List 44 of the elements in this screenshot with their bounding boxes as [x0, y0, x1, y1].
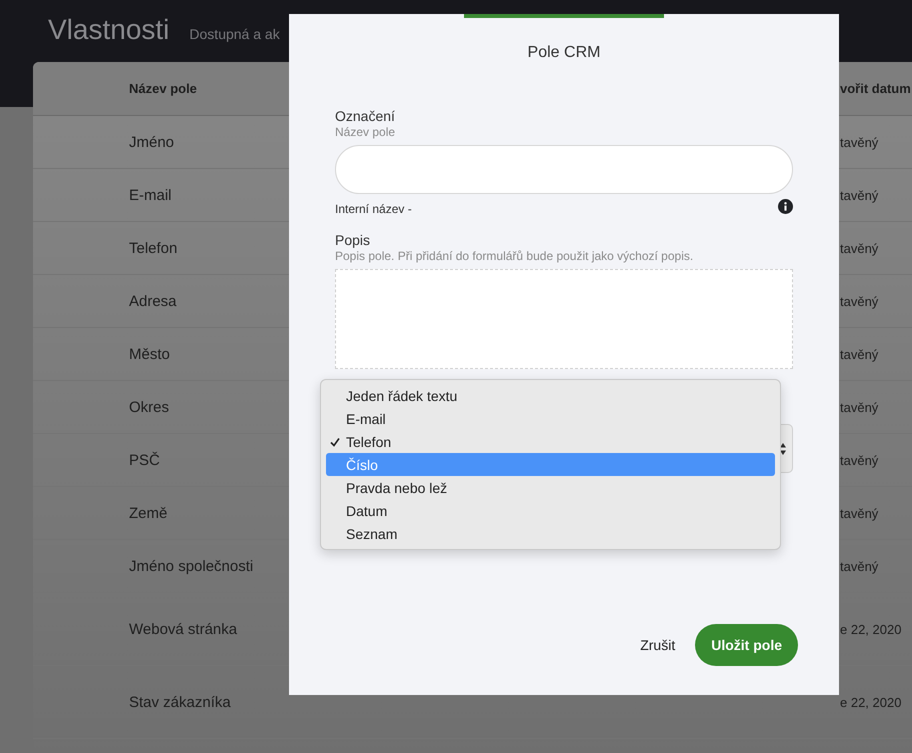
- table-cell: Okres: [129, 398, 170, 416]
- page-subtitle: Dostupná a ak: [189, 26, 280, 42]
- page-title: Vlastnosti: [48, 14, 170, 46]
- table-cell: tavěný: [840, 294, 878, 308]
- table-cell: tavěný: [840, 346, 878, 362]
- table-cell: Adresa: [129, 292, 177, 310]
- field-hint: Název pole: [335, 125, 396, 139]
- description-field[interactable]: [335, 269, 793, 369]
- table-cell: Webová stránka: [129, 620, 238, 638]
- save-button[interactable]: Uložit pole: [695, 624, 798, 666]
- menu-item[interactable]: Seznam: [326, 522, 775, 545]
- table-cell: Jméno společnosti: [129, 558, 254, 574]
- cancel-button[interactable]: Zrušit: [640, 637, 676, 653]
- table-cell: tavěný: [840, 506, 878, 520]
- column-header: Název pole: [129, 81, 197, 96]
- table-cell: PSČ: [129, 452, 160, 468]
- info-icon[interactable]: [778, 198, 793, 214]
- menu-item[interactable]: Jeden řádek textu: [326, 384, 775, 407]
- table-cell: Město: [129, 346, 170, 362]
- table-cell: Telefon: [129, 240, 178, 256]
- field-label: Označení: [335, 108, 396, 124]
- field-hint: Popis pole. Při přidání do formulářů bude použit jako výchozí popis.: [335, 249, 694, 263]
- table-cell: Jméno: [129, 134, 174, 150]
- table-cell: Země: [129, 504, 168, 522]
- table-cell: e 22, 2020: [840, 694, 902, 710]
- table-cell: tavěný: [840, 188, 878, 202]
- table-cell: tavěný: [840, 400, 878, 414]
- internal-name: Interní název -: [335, 202, 412, 216]
- table-cell: E-mail: [129, 186, 172, 204]
- column-header: vořit datum: [840, 81, 911, 96]
- menu-item[interactable]: Datum: [326, 499, 775, 522]
- table-cell: tavěný: [840, 452, 878, 468]
- field-label: Popis: [335, 232, 372, 248]
- menu-item[interactable]: Telefon: [326, 430, 775, 453]
- menu-item[interactable]: E-mail: [326, 407, 775, 430]
- input-field[interactable]: [335, 145, 793, 194]
- table-cell: tavěný: [840, 240, 878, 256]
- menu-item[interactable]: Pravda nebo lež: [326, 476, 775, 499]
- dialog-title: Pole CRM: [526, 44, 602, 62]
- table-cell: tavěný: [840, 558, 878, 574]
- table-cell: Stav zákazníka: [129, 694, 231, 710]
- up-down-icon: [779, 442, 787, 456]
- table-cell: e 22, 2020: [840, 622, 902, 636]
- table-cell: tavěný: [840, 134, 878, 150]
